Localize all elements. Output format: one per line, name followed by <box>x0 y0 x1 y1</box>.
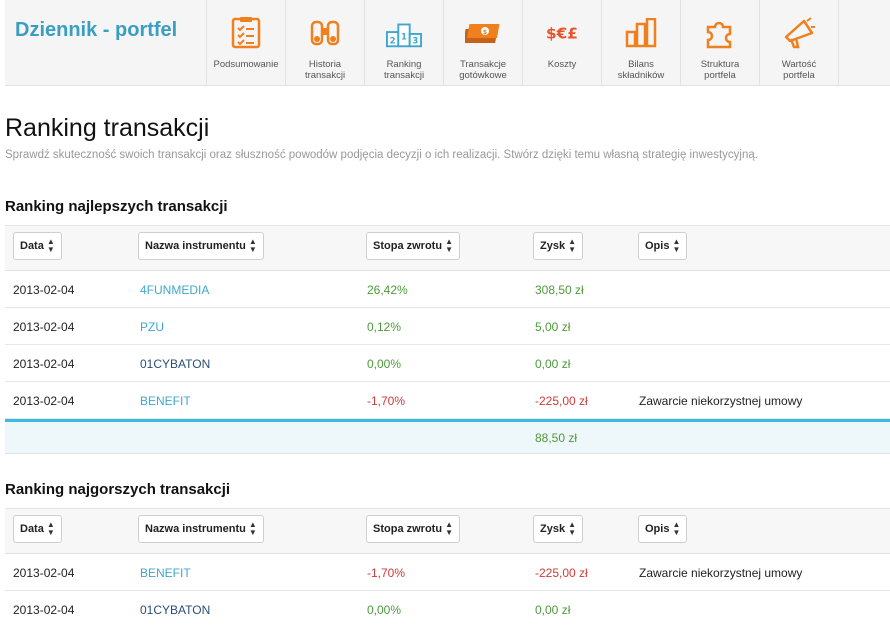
sort-arrows-icon: ▲ ▼ <box>568 237 576 254</box>
instrument-link[interactable]: BENEFIT <box>140 554 191 591</box>
sort-arrows-icon: ▲ ▼ <box>46 237 55 254</box>
svg-text:2: 2 <box>390 36 396 46</box>
cell-date: 2013-02-04 <box>13 393 75 408</box>
cell-date: 2013-02-04 <box>13 356 75 371</box>
instrument-link[interactable]: BENEFIT <box>140 382 191 419</box>
cell-profit: 0,00 zł <box>535 602 571 617</box>
nav-item-transakcje-gotowkowe[interactable]: $ Transakcje gotówkowe <box>444 0 523 86</box>
nav-item-podsumowanie[interactable]: Podsumowanie <box>207 0 286 86</box>
table-row: 2013-02-04 01CYBATON 0,00% 0,00 zł <box>5 345 890 382</box>
sort-arrows-icon: ▲ ▼ <box>248 520 257 537</box>
top-navigation-bar: Dziennik - portfel Podsumowanie Historia… <box>5 0 890 86</box>
summary-row: 88,50 zł <box>5 419 890 454</box>
nav-item-bilans-skladnikow[interactable]: Bilans składników <box>602 0 681 86</box>
cell-date: 2013-02-04 <box>13 565 75 580</box>
cell-date: 2013-02-04 <box>13 282 75 297</box>
page-subtitle: Sprawdź skuteczność swoich transakcji or… <box>5 149 758 161</box>
cell-profit: -225,00 zł <box>535 393 588 408</box>
sort-arrows-icon: ▲ ▼ <box>672 520 681 537</box>
nav-label: Wartość portfela <box>781 59 817 81</box>
cell-return-rate: -1,70% <box>367 393 406 408</box>
nav-item-koszty[interactable]: $€£ Koszty <box>523 0 602 86</box>
cell-description: Zawarcie niekorzystnej umowy <box>639 565 803 580</box>
nav-item-struktura-portfela[interactable]: Struktura portfela <box>681 0 760 86</box>
sort-arrows-icon: ▲ ▼ <box>248 237 257 254</box>
sort-by-date-button[interactable]: Data ▲ ▼ <box>13 515 62 543</box>
sort-by-description-button[interactable]: Opis ▲ ▼ <box>638 232 688 260</box>
bar-chart-icon <box>623 16 659 50</box>
nav-label: Historia transakcji <box>304 59 346 81</box>
sort-arrows-icon: ▲ ▼ <box>46 520 55 537</box>
app-title[interactable]: Dziennik - portfel <box>15 19 177 42</box>
svg-text:1: 1 <box>401 33 407 43</box>
table-row: 2013-02-04 BENEFIT -1,70% -225,00 zł Zawarci… <box>5 382 890 419</box>
sort-by-profit-button[interactable]: Zysk ▲ ▼ <box>533 515 583 543</box>
cell-return-rate: 26,42% <box>367 282 408 297</box>
instrument-link[interactable]: 01CYBATON <box>140 591 210 625</box>
podium-icon: 213 <box>386 16 422 50</box>
nav-item-wartosc-portfela[interactable]: Wartość portfela <box>760 0 839 86</box>
table-row: 2013-02-04 4FUNMEDIA 26,42% 308,50 zł <box>5 271 890 308</box>
puzzle-icon <box>702 16 738 50</box>
cell-return-rate: -1,70% <box>367 565 406 580</box>
banknotes-icon: $ <box>465 16 501 50</box>
cell-profit: 5,00 zł <box>535 319 571 334</box>
table-header: Data ▲ ▼ Nazwa instrumentu ▲ ▼ Stopa zwrotu ▲… <box>5 225 890 271</box>
instrument-link[interactable]: 01CYBATON <box>140 345 210 382</box>
total-profit: 88,50 zł <box>535 431 578 445</box>
svg-text:$€£: $€£ <box>546 24 578 42</box>
instrument-link[interactable]: 4FUNMEDIA <box>140 271 209 308</box>
worst-transactions-table: Data ▲ ▼ Nazwa instrumentu ▲ ▼ Stopa zwrotu ▲… <box>5 508 890 625</box>
sort-by-profit-button[interactable]: Zysk ▲ ▼ <box>533 232 583 260</box>
sort-by-return-button[interactable]: Stopa zwrotu ▲ ▼ <box>366 232 460 260</box>
table-row: 2013-02-04 BENEFIT -1,70% -225,00 zł Zawarci… <box>5 554 890 591</box>
best-transactions-table: Data ▲ ▼ Nazwa instrumentu ▲ ▼ Stopa zwrotu ▲… <box>5 225 890 454</box>
sort-arrows-icon: ▲ ▼ <box>445 237 453 254</box>
megaphone-icon <box>781 16 817 50</box>
sort-arrows-icon: ▲ ▼ <box>672 237 681 254</box>
svg-text:$: $ <box>483 29 487 36</box>
nav-label: Podsumowanie <box>213 59 279 70</box>
sort-by-instrument-button[interactable]: Nazwa instrumentu ▲ ▼ <box>138 232 264 260</box>
nav-label: Struktura portfela <box>700 59 740 81</box>
nav-item-historia-transakcji[interactable]: Historia transakcji <box>286 0 365 86</box>
worst-section-title: Ranking najgorszych transakcji <box>5 481 231 498</box>
worst-table-body: 2013-02-04 BENEFIT -1,70% -225,00 zł Zawarci… <box>5 554 890 625</box>
page-title: Ranking transakcji <box>5 114 210 142</box>
table-header: Data ▲ ▼ Nazwa instrumentu ▲ ▼ Stopa zwrotu ▲… <box>5 508 890 554</box>
table-row: 2013-02-04 PZU 0,12% 5,00 zł <box>5 308 890 345</box>
nav-label: Bilans składników <box>617 59 665 81</box>
nav-label: Ranking transakcji <box>383 59 425 81</box>
best-table-body: 2013-02-04 4FUNMEDIA 26,42% 308,50 zł 2013-0… <box>5 271 890 419</box>
cell-return-rate: 0,00% <box>367 602 402 617</box>
cell-profit: 308,50 zł <box>535 282 584 297</box>
nav-label: Transakcje gotówkowe <box>459 59 507 81</box>
cell-profit: 0,00 zł <box>535 356 571 371</box>
nav-label: Koszty <box>547 59 577 70</box>
cell-profit: -225,00 zł <box>535 565 588 580</box>
cell-return-rate: 0,00% <box>367 356 402 371</box>
svg-text:3: 3 <box>412 36 418 46</box>
cell-date: 2013-02-04 <box>13 602 75 617</box>
cell-date: 2013-02-04 <box>13 319 75 334</box>
sort-by-description-button[interactable]: Opis ▲ ▼ <box>638 515 688 543</box>
sort-by-instrument-button[interactable]: Nazwa instrumentu ▲ ▼ <box>138 515 264 543</box>
sort-arrows-icon: ▲ ▼ <box>568 520 576 537</box>
nav-item-ranking-transakcji[interactable]: 213 Ranking transakcji <box>365 0 444 86</box>
currency-symbols-icon: $€£ <box>544 16 580 50</box>
nav-menu: Podsumowanie Historia transakcji 213 Rank… <box>206 0 839 86</box>
instrument-link[interactable]: PZU <box>140 308 164 345</box>
best-section-title: Ranking najlepszych transakcji <box>5 198 228 215</box>
sort-by-date-button[interactable]: Data ▲ ▼ <box>13 232 62 260</box>
cell-return-rate: 0,12% <box>367 319 402 334</box>
sort-by-return-button[interactable]: Stopa zwrotu ▲ ▼ <box>366 515 460 543</box>
binoculars-icon <box>307 16 343 50</box>
cell-description: Zawarcie niekorzystnej umowy <box>639 393 803 408</box>
table-row: 2013-02-04 01CYBATON 0,00% 0,00 zł <box>5 591 890 625</box>
clipboard-checklist-icon <box>228 16 264 50</box>
sort-arrows-icon: ▲ ▼ <box>445 520 453 537</box>
